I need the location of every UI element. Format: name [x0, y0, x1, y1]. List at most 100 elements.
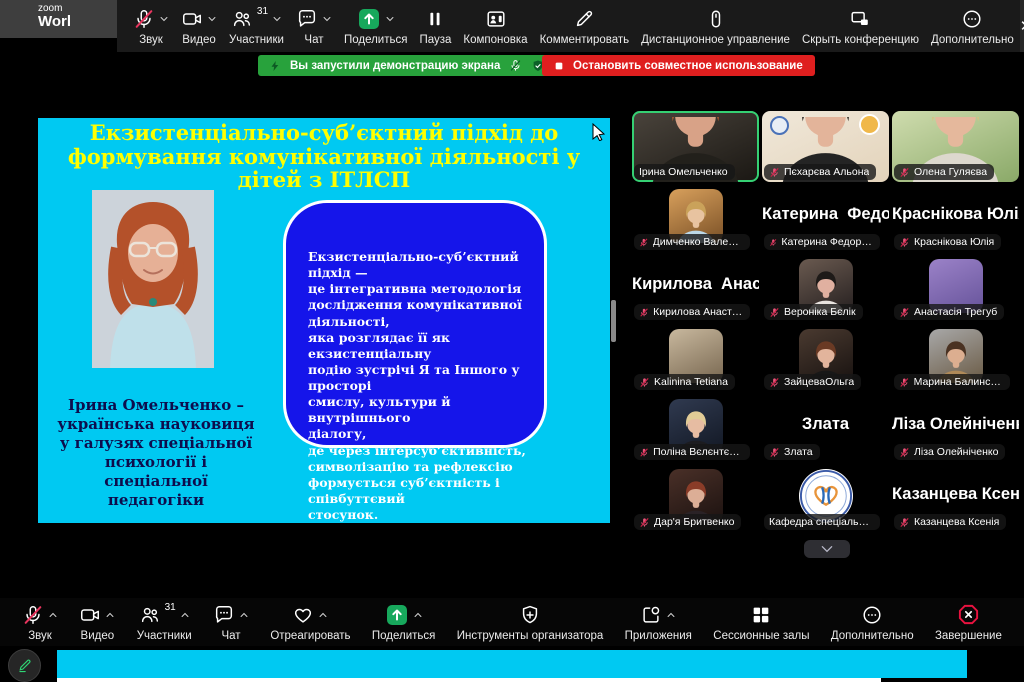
participant-tile[interactable]: Злата Злата: [762, 396, 889, 462]
chevron-up-icon[interactable]: [318, 610, 328, 620]
participant-tile[interactable]: Ірина Омельченко: [632, 111, 759, 182]
mic-muted-small-icon: [899, 517, 910, 528]
chat-button[interactable]: Чат: [290, 0, 338, 52]
participant-tile[interactable]: Димченко Валентина: [632, 186, 759, 252]
participant-name-label: Марина Балинська: [894, 374, 1010, 390]
mic-muted-icon: [133, 8, 155, 30]
participant-name-label: Ліза Олейніченко: [894, 444, 1005, 460]
participants-button[interactable]: 31Участники: [131, 598, 198, 646]
chat-button[interactable]: Чат: [207, 598, 255, 646]
shield-icon: [519, 604, 541, 626]
chevron-up-icon[interactable]: [413, 610, 423, 620]
participant-tile[interactable]: Марина Балинська: [892, 326, 1019, 392]
chevron-up-icon[interactable]: [48, 610, 58, 620]
annotate-button[interactable]: Комментировать: [534, 0, 636, 52]
gallery-scroll-down-button[interactable]: [804, 540, 850, 558]
bolt-icon: [269, 60, 281, 72]
participant-tile[interactable]: Катерина Федо... Катерина Федоренко З...: [762, 186, 889, 252]
share-banner-text: Вы запустили демонстрацию экрана: [290, 60, 500, 72]
toolbar-item-label: Видео: [182, 34, 216, 46]
participant-tile[interactable]: Анастасія Трегуб: [892, 256, 1019, 322]
toolbar-item-label: Скрыть конференцию: [802, 34, 919, 46]
participant-name-label: Катерина Федоренко З...: [764, 234, 880, 250]
participant-tile[interactable]: Казанцева КсеніяКазанцева Ксенія: [892, 466, 1019, 532]
mic-muted-icon: [22, 604, 44, 626]
hide-conference-button[interactable]: Скрыть конференцию: [796, 0, 925, 52]
share-button[interactable]: Поделиться: [366, 598, 442, 646]
participant-tile[interactable]: ЗайцеваОльга: [762, 326, 889, 392]
participant-tile[interactable]: Краснікова ЮліяКраснікова Юлія: [892, 186, 1019, 252]
participant-tile[interactable]: Kalinina Tetiana: [632, 326, 759, 392]
participant-name-label: Ірина Омельченко: [634, 164, 735, 180]
participants-icon: [231, 8, 253, 30]
participant-tile[interactable]: Кафедра спеціальної педа...: [762, 466, 889, 532]
chevron-up-icon[interactable]: [180, 610, 190, 620]
chat-icon: [296, 8, 318, 30]
participant-tile[interactable]: Пєхарєва Альона: [762, 111, 889, 182]
more-button[interactable]: Дополнительно: [925, 0, 1020, 52]
layout-button[interactable]: Компоновка: [457, 0, 533, 52]
participants-button[interactable]: 31Участники: [223, 0, 290, 52]
slide-title: Екзистенціально-суб’єктний підхід до фор…: [64, 121, 584, 192]
chevron-down-icon[interactable]: [272, 14, 282, 24]
more-button[interactable]: Дополнительно: [825, 598, 920, 646]
pause-button[interactable]: Пауза: [413, 0, 457, 52]
apps-button[interactable]: Приложения: [619, 598, 698, 646]
more-icon: [861, 604, 883, 626]
chevron-up-icon[interactable]: [239, 610, 249, 620]
participant-big-name: Катерина Федо...: [762, 205, 889, 224]
toolbar-item-label: Компоновка: [463, 34, 527, 46]
presentation-edge-white: [57, 678, 881, 682]
chevron-down-icon[interactable]: [207, 14, 217, 24]
video-button[interactable]: Видео: [73, 598, 121, 646]
participant-tile[interactable]: Ліза ОлейніченкоЛіза Олейніченко: [892, 396, 1019, 462]
chevron-up-icon[interactable]: [105, 610, 115, 620]
chevron-up-icon[interactable]: [666, 610, 676, 620]
mouse-cursor: [592, 123, 606, 146]
heart-icon: [292, 604, 314, 626]
chat-icon: [213, 604, 235, 626]
mic-muted-icon: [509, 59, 522, 72]
participant-tile[interactable]: Кирилова Анас...Кирилова Анастасія: [632, 256, 759, 322]
toolbar-item-label: Звук: [28, 630, 52, 642]
chevron-down-icon[interactable]: [159, 14, 169, 24]
mic-muted-small-icon: [769, 237, 777, 248]
participant-tile[interactable]: Поліна Вєлєнтєєнко: [632, 396, 759, 462]
participant-tile[interactable]: Дар'я Бритвенко: [632, 466, 759, 532]
participant-big-name: Злата: [762, 415, 889, 434]
audio-button[interactable]: Звук: [127, 0, 175, 52]
toolbar-item-label: Инструменты организатора: [457, 630, 604, 642]
remote-control-button[interactable]: Дистанционное управление: [635, 0, 796, 52]
mic-muted-small-icon: [769, 377, 780, 388]
participant-name-label: Дар'я Бритвенко: [634, 514, 741, 530]
participant-name-label: Злата: [764, 444, 820, 460]
remote-icon: [705, 8, 727, 30]
participant-big-name: Казанцева Ксенія: [892, 485, 1019, 504]
annotation-tool-button[interactable]: [8, 649, 41, 682]
participant-count: 31: [165, 602, 176, 613]
video-button[interactable]: Видео: [175, 0, 223, 52]
toolbar-item-label: Поделиться: [372, 630, 436, 642]
participant-tile[interactable]: Олена Гуляєва: [892, 111, 1019, 182]
host-tools-button[interactable]: Инструменты организатора: [451, 598, 610, 646]
annotate-icon: [573, 8, 595, 30]
chevron-down-icon[interactable]: [385, 14, 395, 24]
close-window-button[interactable]: ✕: [1020, 0, 1024, 52]
end-button[interactable]: Завершение: [929, 598, 1008, 646]
participant-name-label: Кирилова Анастасія: [634, 304, 750, 320]
definition-box: Екзистенціально-суб’єктний підхід — це і…: [283, 200, 547, 448]
scrollbar-thumb[interactable]: [611, 300, 616, 342]
audio-button[interactable]: Звук: [16, 598, 64, 646]
mic-muted-small-icon: [899, 307, 910, 318]
camera-icon: [181, 8, 203, 30]
share-button[interactable]: Поделиться: [338, 0, 414, 52]
mic-muted-small-icon: [899, 237, 910, 248]
chevron-down-icon[interactable]: [322, 14, 332, 24]
participant-big-name: Краснікова Юлія: [892, 205, 1019, 224]
react-button[interactable]: Отреагировать: [264, 598, 356, 646]
breakout-rooms-button[interactable]: Сессионные залы: [707, 598, 815, 646]
presentation-edge-bar: [57, 650, 967, 678]
toolbar-item-label: Дистанционное управление: [641, 34, 790, 46]
stop-share-button[interactable]: Остановить совместное использование: [542, 55, 815, 76]
participant-tile[interactable]: Вероніка Бєлік: [762, 256, 889, 322]
